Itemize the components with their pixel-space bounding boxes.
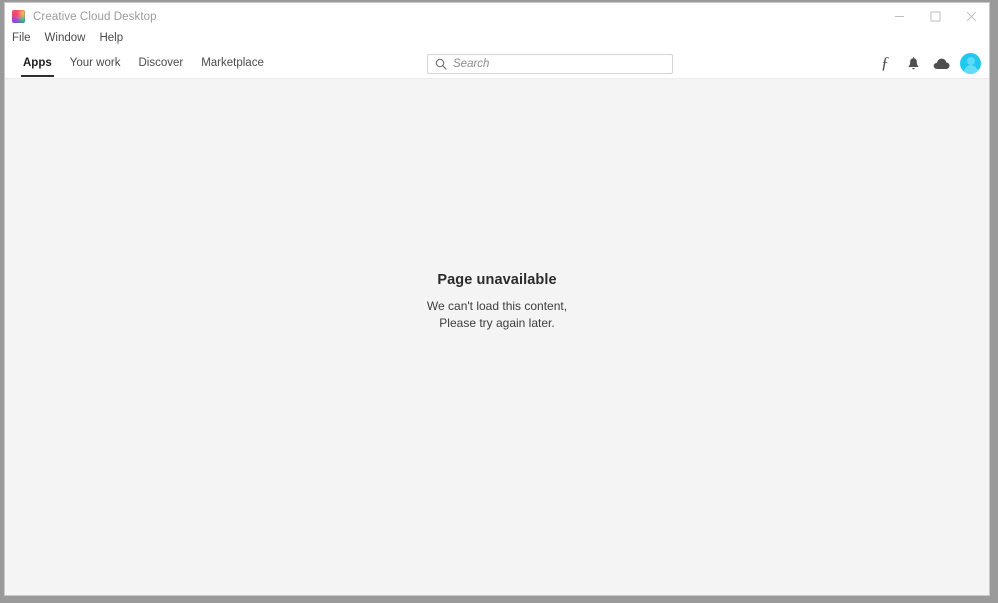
nav-actions: ƒ bbox=[871, 48, 981, 79]
message-title: Page unavailable bbox=[5, 272, 989, 288]
menu-bar: File Window Help bbox=[5, 30, 989, 48]
message-line-2: Please try again later. bbox=[5, 315, 989, 332]
menu-item-help[interactable]: Help bbox=[99, 33, 123, 45]
tab-discover[interactable]: Discover bbox=[129, 48, 192, 79]
page-unavailable-message: Page unavailable We can't load this cont… bbox=[5, 272, 989, 331]
navigation-bar: Apps Your work Discover Marketplace ƒ bbox=[5, 48, 989, 79]
tab-marketplace[interactable]: Marketplace bbox=[192, 48, 273, 79]
search-input[interactable] bbox=[453, 56, 672, 72]
cloud-sync-icon[interactable] bbox=[927, 48, 955, 79]
window-controls bbox=[881, 3, 989, 30]
fonts-icon[interactable]: ƒ bbox=[871, 48, 899, 79]
search-box[interactable] bbox=[427, 54, 673, 74]
menu-item-window[interactable]: Window bbox=[45, 33, 86, 45]
window-title: Creative Cloud Desktop bbox=[33, 11, 157, 23]
maximize-icon[interactable] bbox=[917, 3, 953, 30]
tab-your-work[interactable]: Your work bbox=[61, 48, 130, 79]
tab-list: Apps Your work Discover Marketplace bbox=[14, 48, 273, 79]
notifications-bell-icon[interactable] bbox=[899, 48, 927, 79]
message-line-1: We can't load this content, bbox=[5, 298, 989, 315]
content-area: Page unavailable We can't load this cont… bbox=[5, 79, 989, 595]
title-bar[interactable]: Creative Cloud Desktop bbox=[5, 3, 989, 30]
account-avatar[interactable] bbox=[960, 53, 981, 74]
app-window: Creative Cloud Desktop bbox=[4, 2, 990, 596]
tab-apps[interactable]: Apps bbox=[14, 48, 61, 79]
desktop-background: Creative Cloud Desktop bbox=[0, 0, 998, 603]
creative-cloud-icon bbox=[12, 10, 25, 23]
fonts-glyph: ƒ bbox=[881, 54, 890, 71]
menu-item-file[interactable]: File bbox=[12, 33, 31, 45]
close-icon[interactable] bbox=[953, 3, 989, 30]
minimize-icon[interactable] bbox=[881, 3, 917, 30]
search-icon bbox=[435, 58, 447, 70]
